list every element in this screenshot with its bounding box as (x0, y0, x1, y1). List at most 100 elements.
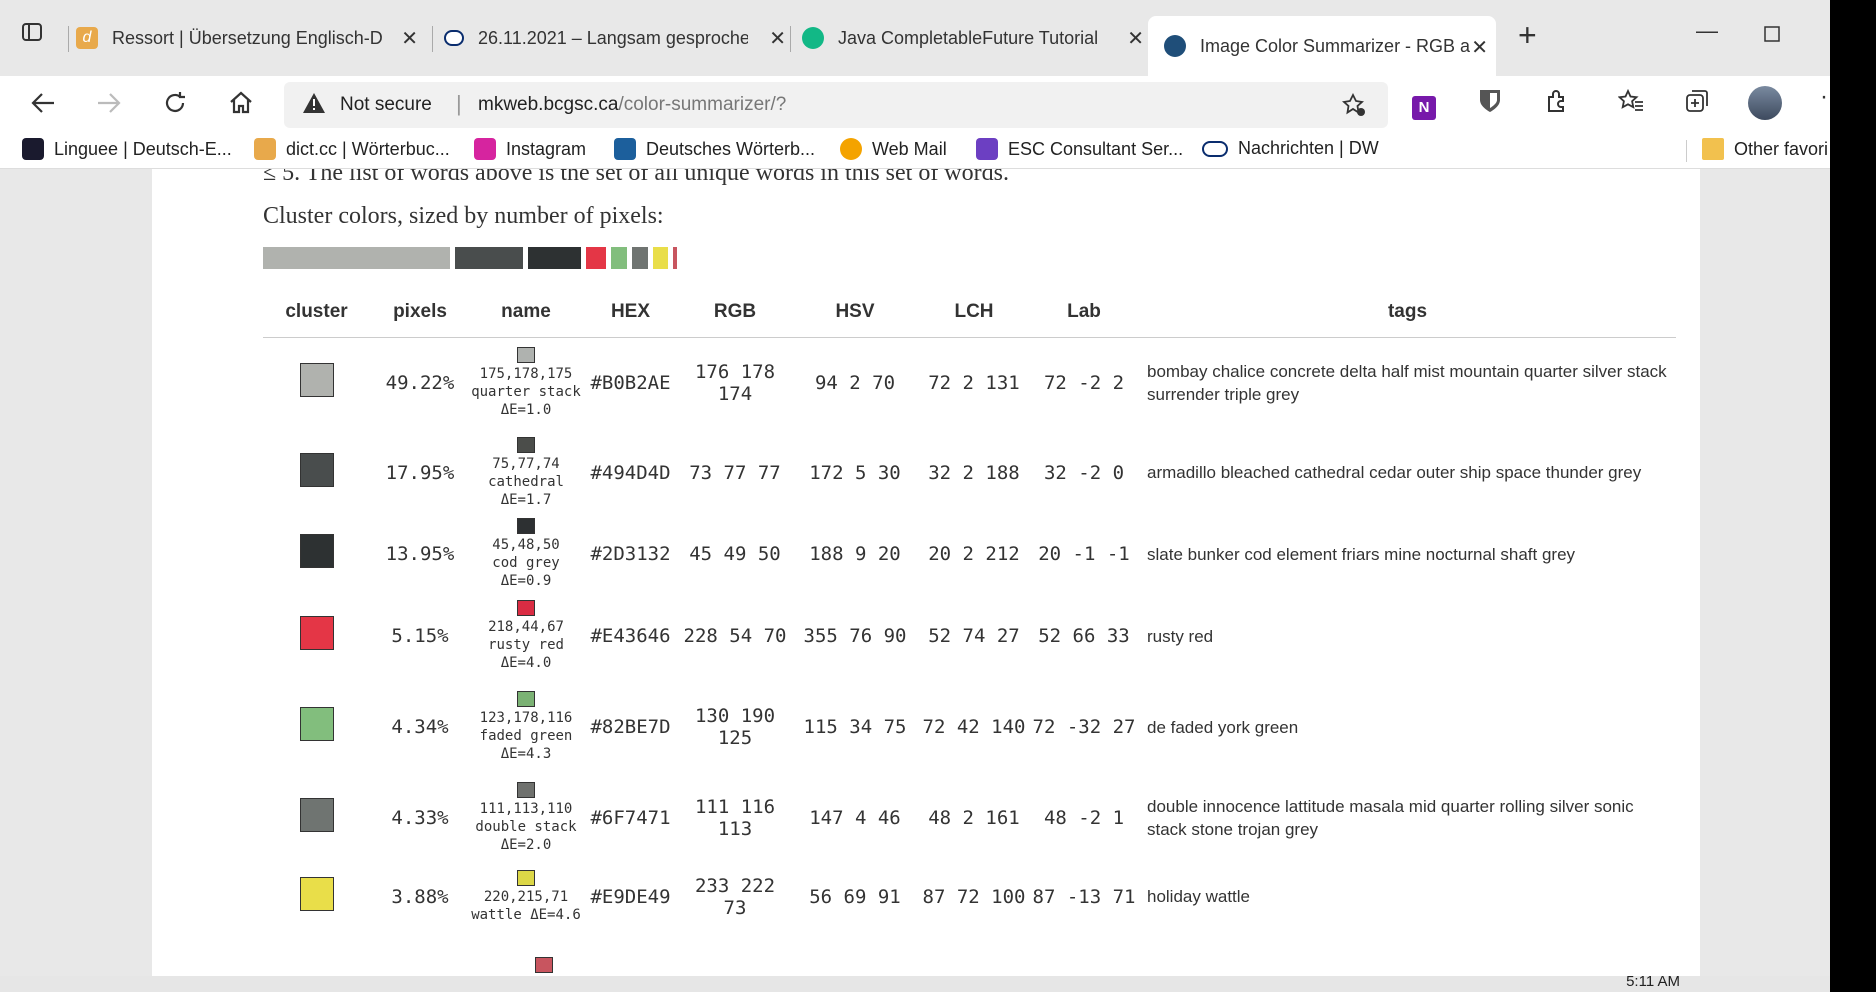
name-swatch (517, 781, 535, 798)
hsv-cell: 172 5 30 (809, 461, 901, 484)
color-table: cluster pixels name HEX RGB HSV LCH Lab … (263, 287, 1676, 931)
refresh-button[interactable] (162, 90, 188, 122)
minimize-button[interactable]: — (1696, 16, 1718, 46)
tags-cell: holiday wattle (1147, 887, 1251, 906)
pixels-cell: 4.34% (391, 716, 449, 738)
grammarly-icon (802, 27, 824, 49)
dw-icon (444, 30, 464, 46)
bookmark-esc[interactable]: ESC Consultant Ser... (976, 138, 1183, 160)
pixels-cell: 13.95% (385, 543, 455, 565)
collections-icon[interactable] (1684, 88, 1710, 120)
name-text: rusty red (488, 637, 564, 653)
tab-strip: d Ressort | Übersetzung Englisch-D ✕ 26.… (0, 0, 1830, 76)
header-lab: Lab (1029, 287, 1139, 338)
lch-cell: 32 2 188 (928, 461, 1020, 484)
name-swatch (517, 346, 535, 363)
dwds-icon (614, 138, 636, 160)
pixels-cell: 49.22% (385, 371, 455, 394)
bookmark-label: Linguee | Deutsch-E... (54, 138, 232, 159)
name-rgb: 220,215,71 (483, 888, 569, 905)
home-button[interactable] (228, 90, 254, 122)
table-row: 17.95% 75,77,74 cathedral ΔE=1.7 #494D4D 73 7… (263, 428, 1676, 518)
other-favorites[interactable]: Other favori (1702, 138, 1828, 160)
bookmark-label: ESC Consultant Ser... (1008, 138, 1184, 159)
bookmark-instagram[interactable]: Instagram (474, 138, 586, 160)
dictcc-icon: d (76, 27, 98, 49)
linguee-icon (22, 138, 44, 160)
other-favorites-label: Other favori (1734, 138, 1829, 159)
profile-avatar[interactable] (1748, 86, 1782, 126)
address-bar[interactable]: Not secure | mkweb.bcgsc.ca/color-summar… (284, 82, 1388, 128)
name-delta: ΔE=2.0 (500, 836, 552, 853)
cluster-swatch (299, 797, 334, 832)
bookmark-dictcc[interactable]: dict.cc | Wörterbuc... (254, 138, 450, 160)
maximize-button[interactable] (1764, 18, 1780, 48)
tab-actions-icon[interactable] (22, 20, 42, 50)
more-menu-icon[interactable]: · (1820, 82, 1828, 112)
tags-cell: rusty red (1147, 626, 1214, 646)
name-rgb: 75,77,74 (492, 455, 560, 472)
hsv-cell: 147 4 46 (809, 806, 901, 829)
tab-dw-news[interactable]: 26.11.2021 – Langsam gesproche ✕ (444, 18, 794, 58)
rgb-cell: 228 54 70 (683, 625, 787, 647)
close-icon[interactable]: ✕ (1471, 35, 1488, 60)
form-icon (976, 138, 998, 160)
lab-cell: 72 -32 27 (1032, 716, 1136, 738)
pixels-cell: 3.88% (391, 885, 449, 908)
cluster-swatch (299, 876, 334, 911)
tags-cell: slate bunker cod element friars mine noc… (1147, 544, 1576, 564)
lab-cell: 32 -2 0 (1043, 461, 1125, 484)
bitwarden-icon[interactable] (1478, 88, 1502, 120)
lab-cell: 87 -13 71 (1032, 885, 1136, 908)
table-row: 5.15% 218,44,67 rusty red ΔE=4.0 #E43646 228 … (263, 591, 1676, 682)
extensions-icon[interactable] (1544, 88, 1570, 120)
dw-icon (1202, 140, 1228, 157)
name-text: wattle ΔE=4.6 (471, 906, 581, 923)
new-tab-button[interactable]: + (1518, 19, 1537, 51)
lch-cell: 72 42 140 (922, 716, 1026, 738)
page-content: ≤ 5. The list of words above is the set … (152, 169, 1700, 992)
lch-cell: 72 2 131 (928, 371, 1020, 394)
rgb-cell: 130 190 125 (694, 705, 776, 749)
lab-cell: 52 66 33 (1038, 625, 1130, 647)
hex-cell: #494D4D (590, 461, 671, 484)
table-header-row: cluster pixels name HEX RGB HSV LCH Lab … (263, 287, 1676, 338)
tab-java[interactable]: Java CompletableFuture Tutorial ✕ (802, 18, 1152, 58)
name-swatch (517, 518, 535, 534)
tab-color-summarizer[interactable]: Image Color Summarizer - RGB a ✕ (1148, 16, 1496, 76)
back-button[interactable] (30, 90, 56, 122)
bookmark-dwds[interactable]: Deutsches Wörterb... (614, 138, 815, 160)
close-icon[interactable]: ✕ (769, 26, 786, 51)
name-text: faded green (479, 728, 573, 744)
onenote-icon[interactable]: N (1412, 88, 1436, 120)
cluster-swatch-cell (263, 863, 370, 931)
cluster-swatch (299, 452, 334, 487)
hsv-cell: 115 34 75 (803, 716, 907, 738)
cluster-bar (673, 247, 677, 269)
cluster-swatch (299, 707, 334, 741)
bookmark-dw[interactable]: Nachrichten | DW (1202, 138, 1379, 159)
add-favorite-icon[interactable] (1341, 92, 1366, 122)
bookmark-webmail[interactable]: Web Mail (840, 138, 947, 160)
favorites-icon[interactable] (1617, 88, 1644, 120)
instagram-icon (474, 138, 496, 160)
hsv-cell: 355 76 90 (803, 625, 907, 647)
tab-ressort[interactable]: d Ressort | Übersetzung Englisch-D ✕ (76, 18, 426, 58)
name-delta: ΔE=1.0 (500, 401, 552, 418)
header-rgb: RGB (679, 287, 791, 338)
bookmark-label: Instagram (506, 138, 587, 159)
warning-icon (302, 92, 326, 119)
bookmark-linguee[interactable]: Linguee | Deutsch-E... (22, 138, 232, 160)
hex-cell: #6F7471 (590, 806, 671, 829)
cluster-swatch (299, 534, 334, 568)
cluster-swatch-cell (263, 338, 370, 428)
close-icon[interactable]: ✕ (401, 26, 418, 51)
lch-cell: 87 72 100 (922, 885, 1026, 908)
tab-title: Image Color Summarizer - RGB a (1200, 35, 1470, 56)
name-rgb: 175,178,175 (479, 365, 573, 382)
forward-button[interactable] (96, 90, 122, 122)
cluster-swatch-cell (263, 428, 370, 518)
intro-text: ≤ 5. The list of words above is the set … (263, 169, 1009, 186)
security-status[interactable]: Not secure (340, 94, 432, 116)
close-icon[interactable]: ✕ (1127, 26, 1144, 51)
